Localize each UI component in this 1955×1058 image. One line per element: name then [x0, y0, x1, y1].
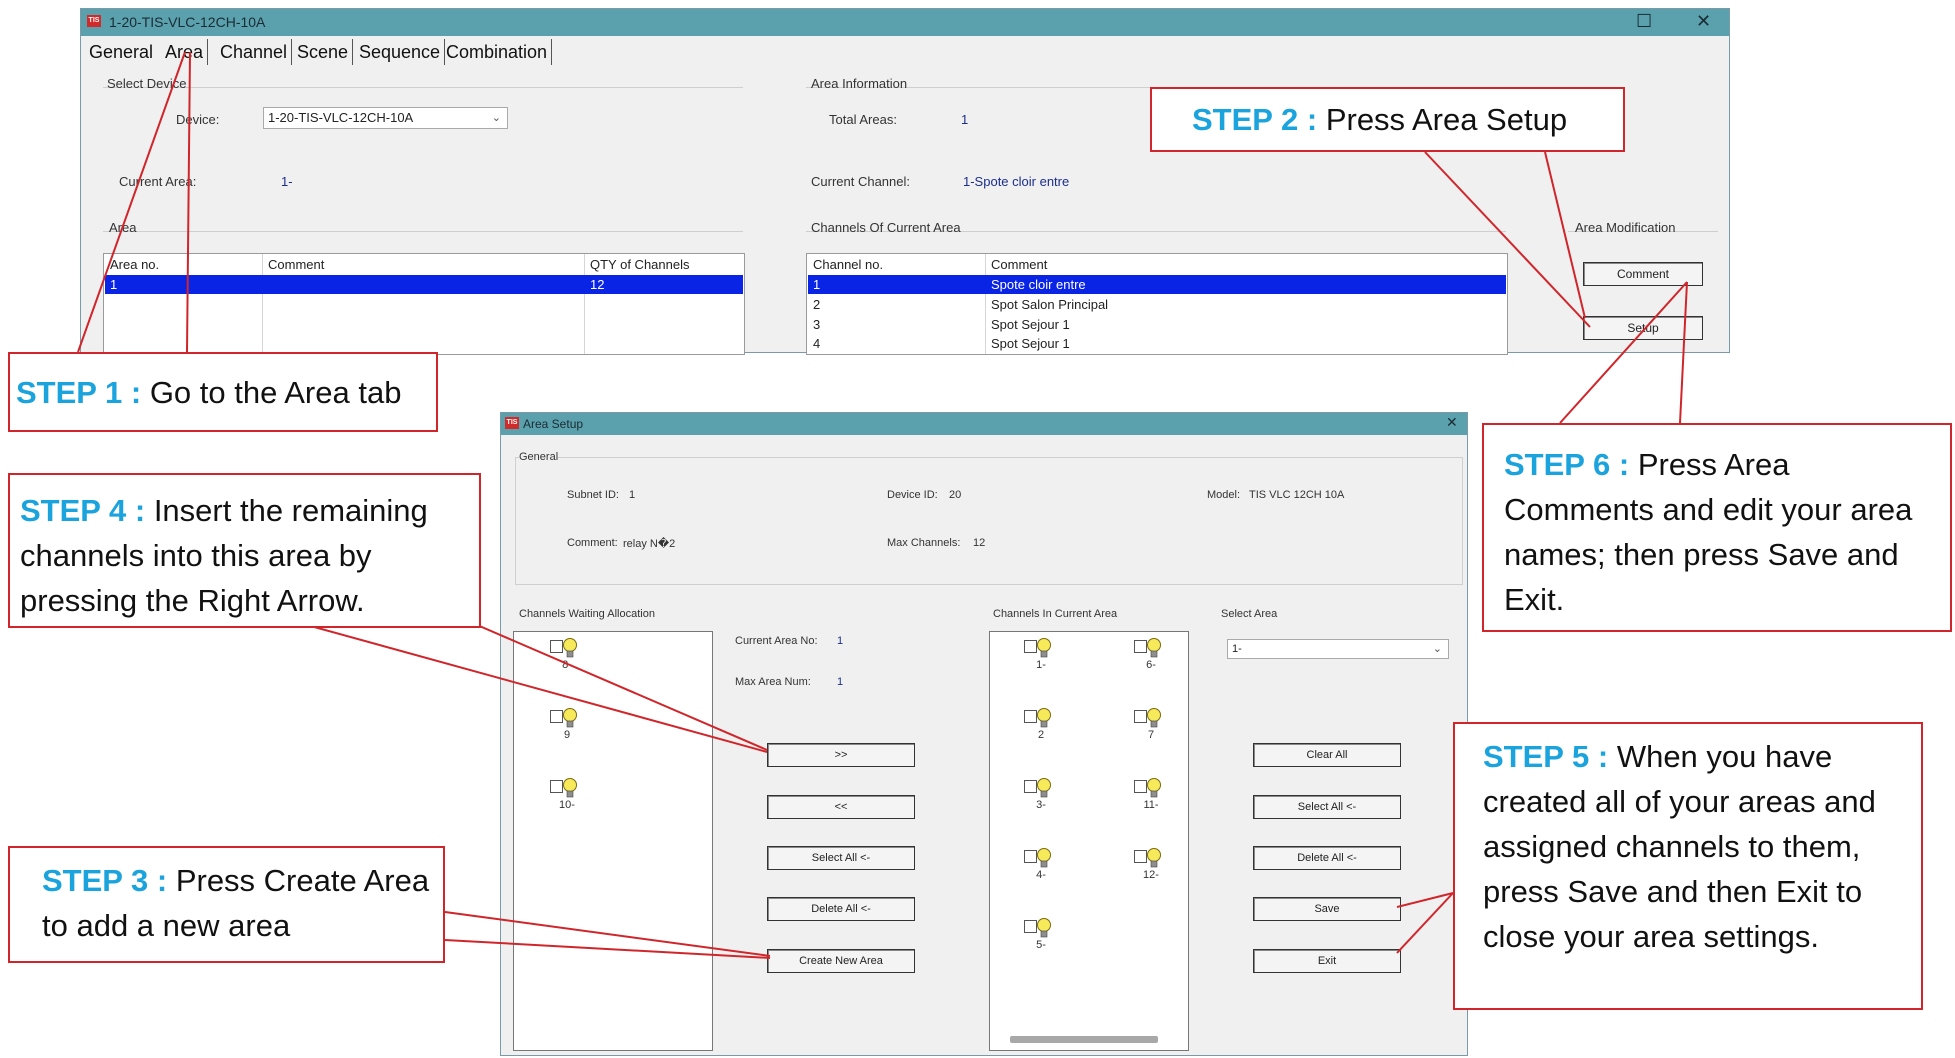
step6-callout: STEP 6 : Press Area Comments and edit yo…: [1482, 423, 1952, 632]
step1-tag: STEP 1 :: [16, 375, 142, 410]
step2-tag: STEP 2 :: [1192, 102, 1318, 137]
step6-tag: STEP 6 :: [1504, 447, 1630, 482]
step3-callout: STEP 3 : Press Create Area to add a new …: [8, 846, 445, 963]
step1-callout: STEP 1 : Go to the Area tab: [8, 352, 438, 432]
step5-callout: STEP 5 : When you have created all of yo…: [1453, 722, 1923, 1010]
step5-tag: STEP 5 :: [1483, 739, 1609, 774]
step4-tag: STEP 4 :: [20, 493, 146, 528]
step3-tag: STEP 3 :: [42, 863, 168, 898]
step1-text: Go to the Area tab: [141, 375, 402, 410]
step4-callout: STEP 4 : Insert the remaining channels i…: [8, 473, 481, 628]
step2-text: Press Area Setup: [1317, 102, 1568, 137]
step2-callout: STEP 2 : Press Area Setup: [1150, 87, 1625, 152]
